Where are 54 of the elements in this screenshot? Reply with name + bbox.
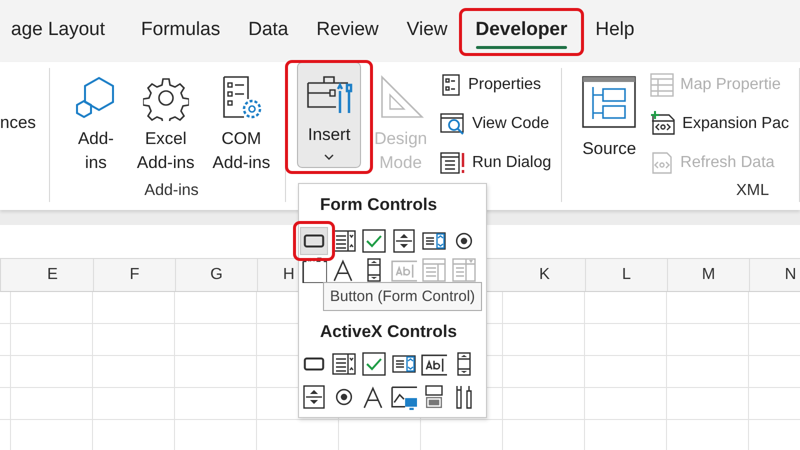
ribbon-tab[interactable]: View — [396, 11, 459, 51]
combo-list-icon — [422, 258, 446, 282]
column-header[interactable]: E — [12, 259, 94, 291]
code-document-icon — [650, 110, 676, 136]
gear-icon — [142, 75, 189, 121]
combo-box-icon — [332, 229, 356, 253]
group-label: Add-ins — [143, 182, 200, 201]
ribbon-tab[interactable]: Review — [305, 11, 390, 51]
checkbox-icon — [362, 352, 386, 376]
tooltip: Button (Form Control) — [323, 282, 482, 311]
ribbon-command[interactable]: Properties — [440, 70, 552, 99]
insert-dropdown-button[interactable]: Insert — [297, 62, 362, 168]
control-item[interactable] — [300, 256, 328, 284]
ribbon-tab[interactable]: Developer — [464, 11, 578, 51]
magnifier-window-icon — [440, 110, 466, 136]
column-header[interactable]: F — [94, 259, 176, 291]
combo-drop-icon — [452, 258, 476, 282]
ribbon-button[interactable]: Excel Add-ins — [132, 68, 200, 180]
column-header[interactable]: G — [176, 259, 258, 291]
ribbon-button[interactable]: Source — [576, 68, 642, 166]
control-item[interactable] — [360, 227, 388, 255]
column-header[interactable]: M — [668, 259, 750, 291]
caret-icon — [324, 153, 334, 161]
column-header[interactable]: L — [586, 259, 668, 291]
ribbon-command[interactable]: Expansion Pac — [650, 109, 789, 138]
ribbon-command[interactable]: View Code — [440, 109, 552, 138]
menu-section-title: Form Controls — [319, 194, 438, 216]
ribbon-tab[interactable]: Help — [584, 11, 646, 51]
control-item[interactable] — [360, 350, 388, 378]
menu-section-title: ActiveX Controls — [319, 322, 458, 343]
ribbon-tab[interactable]: age Layout — [0, 11, 116, 51]
ribbon-button[interactable]: Add- ins — [68, 68, 124, 180]
spin-button-icon — [302, 385, 326, 409]
ribbon-button[interactable]: COM Add-ins — [208, 68, 276, 180]
option-button-icon — [453, 230, 475, 252]
image-icon — [391, 384, 417, 410]
option-button-icon — [333, 386, 355, 408]
column-header[interactable]: N — [750, 259, 800, 291]
control-item[interactable] — [300, 227, 328, 255]
ribbon-command[interactable]: Run Dialog — [440, 148, 552, 177]
tree-diagram-icon — [581, 75, 638, 131]
group-label: XML — [735, 182, 770, 201]
list-icon — [440, 74, 462, 96]
code-document-icon — [650, 150, 674, 174]
checkbox-icon — [362, 229, 386, 253]
table-icon — [650, 72, 674, 96]
ribbon-tab[interactable]: Formulas — [130, 11, 232, 51]
ribbon-command[interactable]: nces — [0, 113, 39, 133]
column-header[interactable]: K — [504, 259, 586, 291]
group-box-icon — [301, 257, 327, 283]
dialog-icon — [440, 150, 466, 176]
ribbon-tab[interactable]: Data — [237, 11, 300, 51]
spin-button-icon — [392, 229, 416, 253]
combo-box-icon — [332, 352, 356, 376]
